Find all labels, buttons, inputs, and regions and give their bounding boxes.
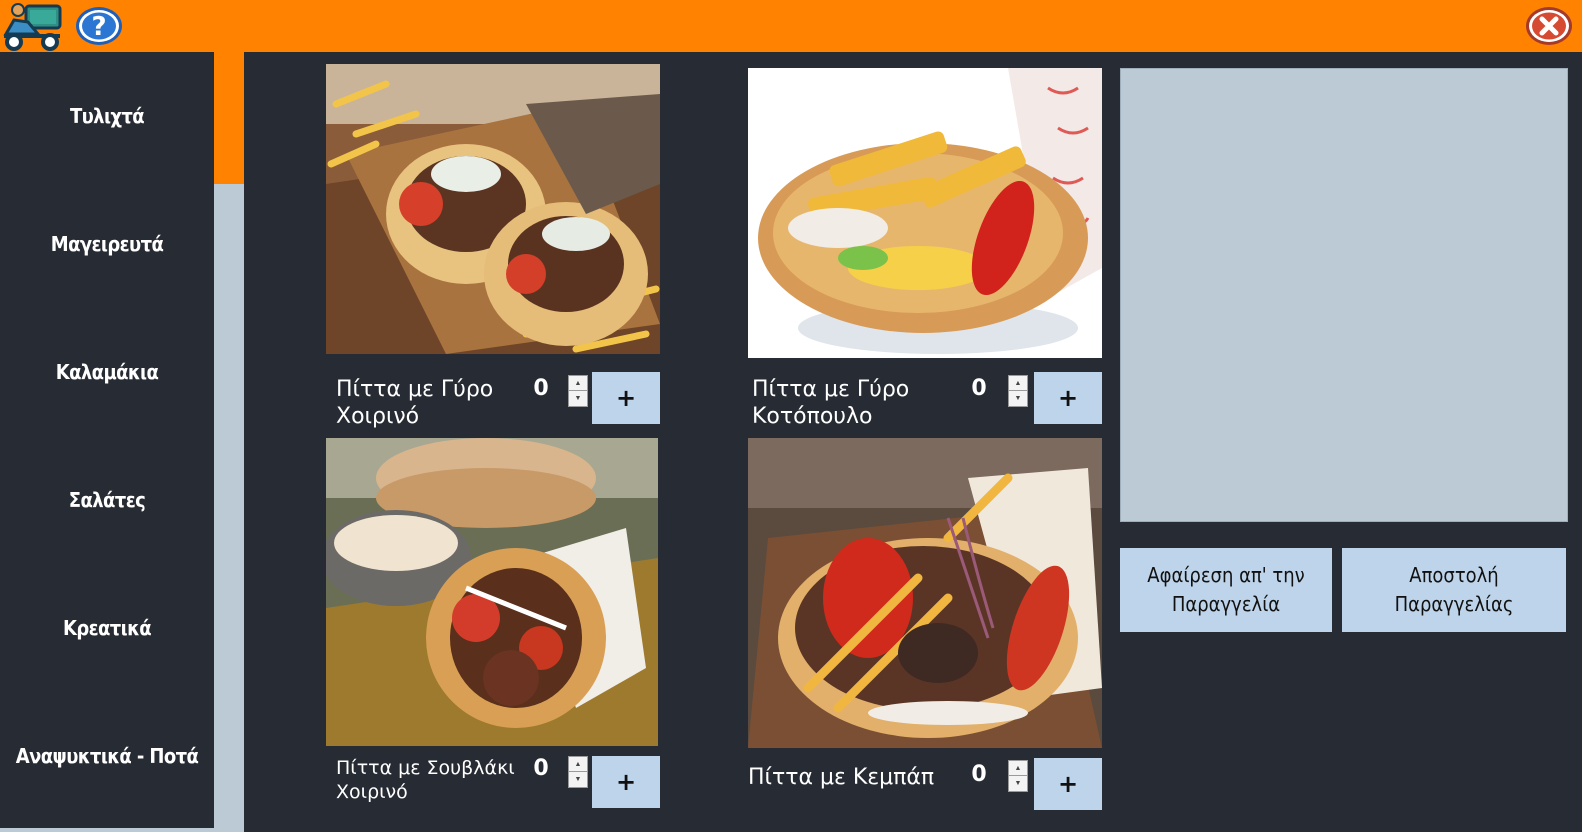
- product-name: Πίττα με Γύρο Χοιρινό: [336, 377, 494, 429]
- product-name: Πίττα με Γύρο Κοτόπουλο: [752, 377, 910, 429]
- close-icon[interactable]: [1524, 4, 1574, 48]
- sidebar-item-kreatika[interactable]: Κρεατικά: [0, 564, 214, 692]
- bottom-strip: [0, 828, 214, 832]
- delivery-scooter-icon: [3, 3, 62, 51]
- product-name: Πίττα με Σουβλάκι Χοιρινό: [336, 757, 515, 803]
- add-to-order-button[interactable]: +: [1034, 758, 1102, 810]
- stepper-down-icon[interactable]: ▼: [1009, 391, 1027, 406]
- send-order-button[interactable]: Αποστολή Παραγγελίας: [1342, 548, 1566, 632]
- stepper-up-icon[interactable]: ▲: [569, 757, 587, 772]
- product-image-kebab: [748, 438, 1102, 748]
- sidebar-divider: [214, 184, 244, 832]
- quantity-stepper[interactable]: ▲ ▼: [568, 756, 588, 788]
- quantity-value[interactable]: 0: [968, 376, 990, 401]
- add-to-order-button[interactable]: +: [1034, 372, 1102, 424]
- add-to-order-button[interactable]: +: [592, 756, 660, 808]
- stepper-up-icon[interactable]: ▲: [569, 376, 587, 391]
- sidebar-item-anapsyktika-pota[interactable]: Αναψυκτικά - Ποτά: [0, 692, 214, 820]
- quantity-stepper[interactable]: ▲ ▼: [1008, 375, 1028, 407]
- stepper-down-icon[interactable]: ▼: [569, 772, 587, 787]
- product-image-souvlaki-pork: [326, 438, 658, 746]
- quantity-value[interactable]: 0: [968, 762, 990, 787]
- sidebar-item-label: Κρεατικά: [62, 616, 152, 640]
- product-image-gyro-pork: [326, 64, 660, 354]
- product-image-gyro-chicken: [748, 68, 1102, 358]
- order-list[interactable]: [1120, 68, 1568, 522]
- stepper-down-icon[interactable]: ▼: [1009, 776, 1027, 791]
- quantity-value[interactable]: 0: [530, 756, 552, 781]
- sidebar-item-label: Αναψυκτικά - Ποτά: [15, 744, 199, 768]
- sidebar-item-label: Σαλάτες: [68, 488, 146, 512]
- sidebar-item-kalamakia[interactable]: Καλαμάκια: [0, 308, 214, 436]
- quantity-stepper[interactable]: ▲ ▼: [1008, 760, 1028, 792]
- top-bar: ?: [0, 0, 1582, 52]
- quantity-value[interactable]: 0: [530, 376, 552, 401]
- product-name: Πίττα με Κεμπάπ: [748, 765, 935, 790]
- svg-text:?: ?: [91, 12, 106, 42]
- stepper-up-icon[interactable]: ▲: [1009, 761, 1027, 776]
- sidebar-item-label: Μαγειρευτά: [50, 232, 164, 256]
- sidebar-item-salates[interactable]: Σαλάτες: [0, 436, 214, 564]
- category-sidebar: Τυλιχτά Μαγειρευτά Καλαμάκια Σαλάτες Κρε…: [0, 52, 214, 828]
- quantity-stepper[interactable]: ▲ ▼: [568, 375, 588, 407]
- selected-category-indicator: [214, 52, 244, 184]
- help-icon[interactable]: ?: [74, 5, 124, 47]
- stepper-down-icon[interactable]: ▼: [569, 391, 587, 406]
- stepper-up-icon[interactable]: ▲: [1009, 376, 1027, 391]
- sidebar-item-mageirefta[interactable]: Μαγειρευτά: [0, 180, 214, 308]
- remove-from-order-button[interactable]: Αφαίρεση απ' την Παραγγελία: [1120, 548, 1332, 632]
- sidebar-item-label: Καλαμάκια: [55, 360, 159, 384]
- add-to-order-button[interactable]: +: [592, 372, 660, 424]
- sidebar-item-label: Τυλιχτά: [69, 104, 145, 128]
- sidebar-item-tylixta[interactable]: Τυλιχτά: [0, 52, 214, 180]
